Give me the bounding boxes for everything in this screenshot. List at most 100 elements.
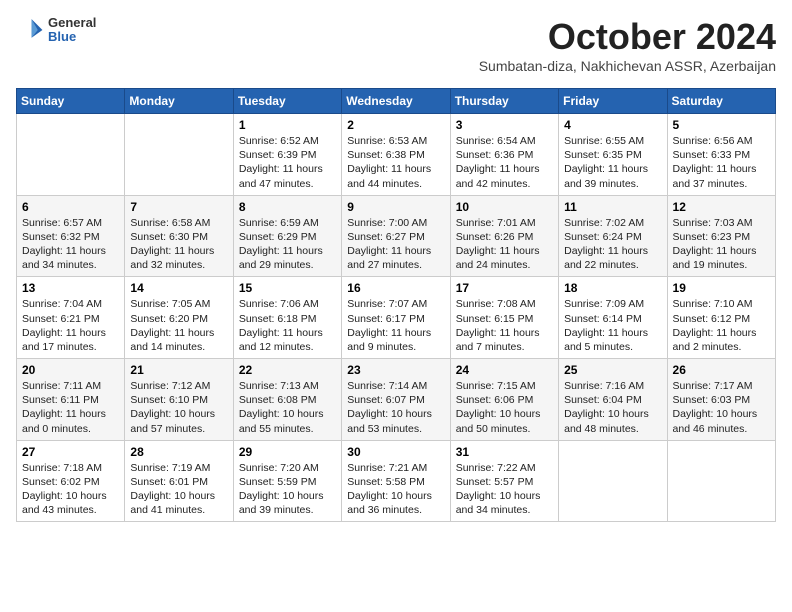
calendar-cell: [17, 114, 125, 196]
weekday-header: Monday: [125, 89, 233, 114]
day-info: Sunrise: 7:18 AM Sunset: 6:02 PM Dayligh…: [22, 461, 119, 518]
day-number: 1: [239, 118, 336, 132]
day-number: 13: [22, 281, 119, 295]
calendar-cell: 21 Sunrise: 7:12 AM Sunset: 6:10 PM Dayli…: [125, 359, 233, 441]
day-number: 4: [564, 118, 661, 132]
calendar-cell: 7 Sunrise: 6:58 AM Sunset: 6:30 PM Daylig…: [125, 195, 233, 277]
logo: General Blue: [16, 16, 96, 45]
day-number: 7: [130, 200, 227, 214]
day-number: 21: [130, 363, 227, 377]
calendar-cell: [559, 440, 667, 522]
day-info: Sunrise: 7:15 AM Sunset: 6:06 PM Dayligh…: [456, 379, 553, 436]
day-number: 5: [673, 118, 770, 132]
calendar-cell: [125, 114, 233, 196]
calendar-cell: 16Sunrise: 7:07 AM Sunset: 6:17 PM Dayli…: [342, 277, 450, 359]
day-number: 27: [22, 445, 119, 459]
day-number: 2: [347, 118, 444, 132]
calendar-cell: 28Sunrise: 7:19 AM Sunset: 6:01 PM Dayli…: [125, 440, 233, 522]
day-number: 29: [239, 445, 336, 459]
day-info: Sunrise: 7:09 AM Sunset: 6:14 PM Dayligh…: [564, 297, 661, 354]
calendar-week-row: 1 Sunrise: 6:52 AM Sunset: 6:39 PM Daylig…: [17, 114, 776, 196]
day-info: Sunrise: 7:03 AM Sunset: 6:23 PM Dayligh…: [673, 216, 770, 273]
calendar-cell: 29 Sunrise: 7:20 AM Sunset: 5:59 PM Dayli…: [233, 440, 341, 522]
subtitle: Sumbatan-diza, Nakhichevan ASSR, Azerbai…: [479, 58, 776, 74]
day-info: Sunrise: 7:16 AM Sunset: 6:04 PM Dayligh…: [564, 379, 661, 436]
calendar-week-row: 6 Sunrise: 6:57 AM Sunset: 6:32 PM Daylig…: [17, 195, 776, 277]
calendar-cell: 23Sunrise: 7:14 AM Sunset: 6:07 PM Dayli…: [342, 359, 450, 441]
day-info: Sunrise: 7:12 AM Sunset: 6:10 PM Dayligh…: [130, 379, 227, 436]
day-number: 30: [347, 445, 444, 459]
weekday-header: Saturday: [667, 89, 775, 114]
calendar-cell: 11Sunrise: 7:02 AM Sunset: 6:24 PM Dayli…: [559, 195, 667, 277]
day-info: Sunrise: 6:52 AM Sunset: 6:39 PM Dayligh…: [239, 134, 336, 191]
day-info: Sunrise: 6:57 AM Sunset: 6:32 PM Dayligh…: [22, 216, 119, 273]
weekday-header: Tuesday: [233, 89, 341, 114]
calendar-cell: 1 Sunrise: 6:52 AM Sunset: 6:39 PM Daylig…: [233, 114, 341, 196]
calendar-cell: 10 Sunrise: 7:01 AM Sunset: 6:26 PM Dayli…: [450, 195, 558, 277]
day-number: 12: [673, 200, 770, 214]
calendar-cell: 31Sunrise: 7:22 AM Sunset: 5:57 PM Dayli…: [450, 440, 558, 522]
calendar-cell: 30 Sunrise: 7:21 AM Sunset: 5:58 PM Dayli…: [342, 440, 450, 522]
calendar-cell: 25 Sunrise: 7:16 AM Sunset: 6:04 PM Dayli…: [559, 359, 667, 441]
logo-icon: [16, 16, 44, 44]
calendar-week-row: 20Sunrise: 7:11 AM Sunset: 6:11 PM Dayli…: [17, 359, 776, 441]
calendar-cell: 27 Sunrise: 7:18 AM Sunset: 6:02 PM Dayli…: [17, 440, 125, 522]
day-info: Sunrise: 6:53 AM Sunset: 6:38 PM Dayligh…: [347, 134, 444, 191]
day-number: 24: [456, 363, 553, 377]
day-number: 26: [673, 363, 770, 377]
day-number: 25: [564, 363, 661, 377]
day-number: 28: [130, 445, 227, 459]
day-number: 17: [456, 281, 553, 295]
calendar-cell: 13 Sunrise: 7:04 AM Sunset: 6:21 PM Dayli…: [17, 277, 125, 359]
calendar-cell: 3 Sunrise: 6:54 AM Sunset: 6:36 PM Daylig…: [450, 114, 558, 196]
month-title: October 2024: [479, 16, 776, 58]
calendar-cell: 5 Sunrise: 6:56 AM Sunset: 6:33 PM Daylig…: [667, 114, 775, 196]
day-number: 16: [347, 281, 444, 295]
day-info: Sunrise: 7:00 AM Sunset: 6:27 PM Dayligh…: [347, 216, 444, 273]
calendar-cell: 17 Sunrise: 7:08 AM Sunset: 6:15 PM Dayli…: [450, 277, 558, 359]
day-info: Sunrise: 7:17 AM Sunset: 6:03 PM Dayligh…: [673, 379, 770, 436]
weekday-header-row: SundayMondayTuesdayWednesdayThursdayFrid…: [17, 89, 776, 114]
day-number: 15: [239, 281, 336, 295]
day-number: 31: [456, 445, 553, 459]
day-info: Sunrise: 6:56 AM Sunset: 6:33 PM Dayligh…: [673, 134, 770, 191]
calendar-cell: 19 Sunrise: 7:10 AM Sunset: 6:12 PM Dayli…: [667, 277, 775, 359]
day-number: 10: [456, 200, 553, 214]
calendar-cell: 24 Sunrise: 7:15 AM Sunset: 6:06 PM Dayli…: [450, 359, 558, 441]
day-info: Sunrise: 7:13 AM Sunset: 6:08 PM Dayligh…: [239, 379, 336, 436]
day-number: 19: [673, 281, 770, 295]
day-number: 6: [22, 200, 119, 214]
day-info: Sunrise: 7:21 AM Sunset: 5:58 PM Dayligh…: [347, 461, 444, 518]
calendar-cell: 12 Sunrise: 7:03 AM Sunset: 6:23 PM Dayli…: [667, 195, 775, 277]
day-info: Sunrise: 6:54 AM Sunset: 6:36 PM Dayligh…: [456, 134, 553, 191]
day-info: Sunrise: 6:59 AM Sunset: 6:29 PM Dayligh…: [239, 216, 336, 273]
day-info: Sunrise: 7:06 AM Sunset: 6:18 PM Dayligh…: [239, 297, 336, 354]
weekday-header: Sunday: [17, 89, 125, 114]
day-info: Sunrise: 7:04 AM Sunset: 6:21 PM Dayligh…: [22, 297, 119, 354]
calendar-cell: 8Sunrise: 6:59 AM Sunset: 6:29 PM Daylig…: [233, 195, 341, 277]
day-info: Sunrise: 7:20 AM Sunset: 5:59 PM Dayligh…: [239, 461, 336, 518]
day-number: 14: [130, 281, 227, 295]
calendar-cell: 26 Sunrise: 7:17 AM Sunset: 6:03 PM Dayli…: [667, 359, 775, 441]
calendar-cell: 14 Sunrise: 7:05 AM Sunset: 6:20 PM Dayli…: [125, 277, 233, 359]
calendar-week-row: 13 Sunrise: 7:04 AM Sunset: 6:21 PM Dayli…: [17, 277, 776, 359]
day-info: Sunrise: 7:01 AM Sunset: 6:26 PM Dayligh…: [456, 216, 553, 273]
calendar-cell: 9 Sunrise: 7:00 AM Sunset: 6:27 PM Daylig…: [342, 195, 450, 277]
calendar-cell: 4 Sunrise: 6:55 AM Sunset: 6:35 PM Daylig…: [559, 114, 667, 196]
day-number: 18: [564, 281, 661, 295]
day-number: 9: [347, 200, 444, 214]
day-number: 11: [564, 200, 661, 214]
day-info: Sunrise: 7:08 AM Sunset: 6:15 PM Dayligh…: [456, 297, 553, 354]
calendar-cell: 6 Sunrise: 6:57 AM Sunset: 6:32 PM Daylig…: [17, 195, 125, 277]
calendar-cell: 20Sunrise: 7:11 AM Sunset: 6:11 PM Dayli…: [17, 359, 125, 441]
day-info: Sunrise: 6:55 AM Sunset: 6:35 PM Dayligh…: [564, 134, 661, 191]
weekday-header: Wednesday: [342, 89, 450, 114]
day-number: 3: [456, 118, 553, 132]
day-info: Sunrise: 6:58 AM Sunset: 6:30 PM Dayligh…: [130, 216, 227, 273]
calendar-week-row: 27 Sunrise: 7:18 AM Sunset: 6:02 PM Dayli…: [17, 440, 776, 522]
day-info: Sunrise: 7:10 AM Sunset: 6:12 PM Dayligh…: [673, 297, 770, 354]
day-info: Sunrise: 7:05 AM Sunset: 6:20 PM Dayligh…: [130, 297, 227, 354]
calendar-cell: 2 Sunrise: 6:53 AM Sunset: 6:38 PM Daylig…: [342, 114, 450, 196]
day-info: Sunrise: 7:14 AM Sunset: 6:07 PM Dayligh…: [347, 379, 444, 436]
day-number: 22: [239, 363, 336, 377]
